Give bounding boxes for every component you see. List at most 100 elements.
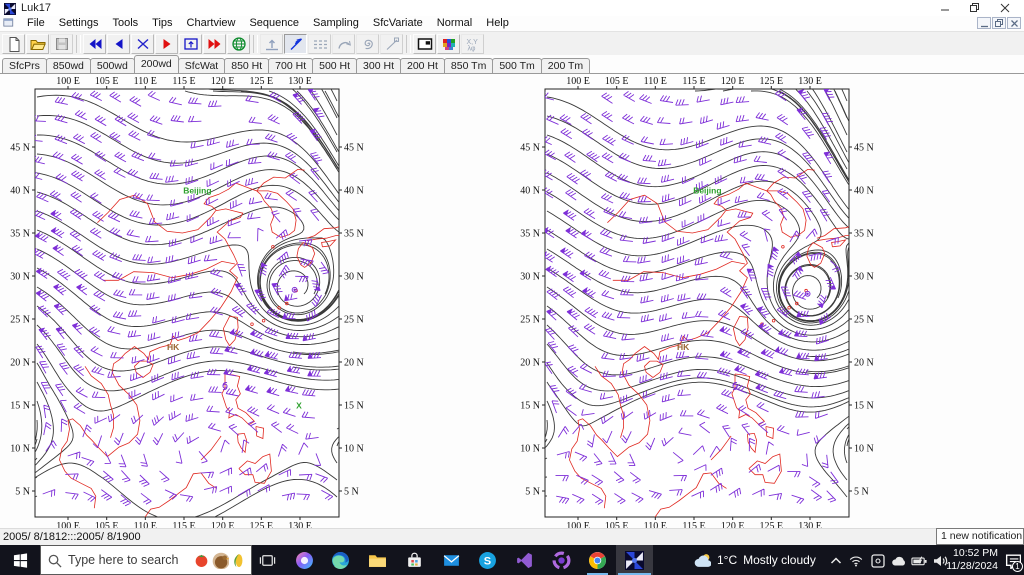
tray-wifi[interactable] xyxy=(847,551,865,569)
menu-normal[interactable]: Normal xyxy=(430,16,479,31)
taskbar-clock[interactable]: 10:52 PM 11/28/2024 xyxy=(936,545,998,575)
lat-tick-label: 10 N xyxy=(854,444,874,455)
tray-onedrive[interactable] xyxy=(889,551,907,569)
tab-700-ht[interactable]: 700 Ht xyxy=(268,58,314,73)
menu-file[interactable]: File xyxy=(20,16,52,31)
lat-tick-label: 25 N xyxy=(10,315,30,326)
taskbar-app-edge[interactable] xyxy=(322,545,359,575)
weather-condition: Mostly cloudy xyxy=(743,553,816,567)
cancel-x-button[interactable] xyxy=(131,33,154,54)
save-file-button xyxy=(50,33,73,54)
tray-device[interactable] xyxy=(868,551,886,569)
x-marker: X xyxy=(296,400,302,410)
close-button[interactable] xyxy=(990,0,1020,16)
go-previous-button[interactable] xyxy=(107,33,130,54)
taskbar-app-vs-installer[interactable] xyxy=(543,545,580,575)
tab-850-tm[interactable]: 850 Tm xyxy=(443,58,494,73)
restore-button[interactable] xyxy=(960,0,990,16)
taskbar-app-visual-studio[interactable] xyxy=(506,545,543,575)
toolbar-separator xyxy=(406,34,411,53)
ascent-profile-icon xyxy=(265,39,278,50)
menu-help[interactable]: Help xyxy=(479,16,516,31)
search-box[interactable]: Type here to search xyxy=(40,545,252,575)
dual-panel-button[interactable] xyxy=(413,33,436,54)
tab-500wd[interactable]: 500wd xyxy=(89,58,135,73)
tray-chevron-up[interactable] xyxy=(826,551,844,569)
tab-sfcprs[interactable]: SfcPrs xyxy=(2,58,47,73)
go-next-button[interactable] xyxy=(155,33,178,54)
chart-right[interactable]: 100 E100 E105 E105 E110 E110 E115 E115 E… xyxy=(518,76,880,532)
taskbar-app-file-explorer[interactable] xyxy=(359,545,396,575)
lat-tick-label: 5 N xyxy=(15,487,30,498)
minimize-button[interactable] xyxy=(930,0,960,16)
tab-850-ht[interactable]: 850 Ht xyxy=(224,58,270,73)
tray-battery[interactable] xyxy=(910,551,928,569)
lat-tick-label: 45 N xyxy=(344,143,364,154)
lat-tick-label: 10 N xyxy=(520,444,540,455)
action-center-button[interactable]: 1 xyxy=(1000,545,1024,575)
fit-frame-button[interactable] xyxy=(179,33,202,54)
menu-chartview[interactable]: Chartview xyxy=(180,16,243,31)
lat-tick-label: 40 N xyxy=(10,186,30,197)
lat-tick-label: 35 N xyxy=(854,229,874,240)
lat-tick-label: 15 N xyxy=(10,401,30,412)
chart-left[interactable]: 100 E100 E105 E105 E110 E110 E115 E115 E… xyxy=(8,76,370,532)
search-doodle xyxy=(193,551,247,569)
store-icon xyxy=(407,552,421,567)
tab-200-tm[interactable]: 200 Tm xyxy=(540,58,591,73)
color-grid-button[interactable] xyxy=(437,33,460,54)
start-button[interactable] xyxy=(0,545,40,575)
new-document-icon xyxy=(9,36,19,52)
search-icon xyxy=(47,553,62,568)
menu-sequence[interactable]: Sequence xyxy=(242,16,306,31)
lon-tick-label: 105 E xyxy=(95,77,119,87)
notification-popup[interactable]: 1 new notification xyxy=(936,528,1024,545)
taskbar-app-task-view[interactable] xyxy=(249,545,286,575)
menu-settings[interactable]: Settings xyxy=(52,16,106,31)
tab-200wd[interactable]: 200wd xyxy=(133,55,179,73)
wind-barb-button[interactable] xyxy=(284,33,307,54)
taskbar-app-store[interactable] xyxy=(396,545,433,575)
child-close-button[interactable] xyxy=(1007,17,1021,29)
go-first-button[interactable] xyxy=(83,33,106,54)
lat-tick-label: 20 N xyxy=(344,358,364,369)
lon-tick-label: 130 E xyxy=(288,77,312,87)
open-file-button[interactable] xyxy=(26,33,49,54)
toolbar: X,Y λφ xyxy=(0,31,1024,55)
menu-sfcvariate[interactable]: SfcVariate xyxy=(366,16,430,31)
lat-tick-label: 15 N xyxy=(344,401,364,412)
char-codes-button: X,Y λφ xyxy=(461,33,484,54)
globe-button[interactable] xyxy=(227,33,250,54)
taskbar-app-chrome[interactable] xyxy=(579,545,616,575)
tab-850wd[interactable]: 850wd xyxy=(45,58,91,73)
svg-text:λφ: λφ xyxy=(467,45,475,52)
lat-tick-label: 10 N xyxy=(344,444,364,455)
tab-500-ht[interactable]: 500 Ht xyxy=(312,58,358,73)
node-line-button xyxy=(380,33,403,54)
go-last-icon xyxy=(208,38,220,49)
menu-sampling[interactable]: Sampling xyxy=(306,16,366,31)
taskbar-app-luk17[interactable] xyxy=(616,545,653,575)
lat-tick-label: 45 N xyxy=(520,143,540,154)
menu-tips[interactable]: Tips xyxy=(145,16,179,31)
tab-200-ht[interactable]: 200 Ht xyxy=(399,58,445,73)
tab-sfcwat[interactable]: SfcWat xyxy=(177,58,226,73)
tab-300-ht[interactable]: 300 Ht xyxy=(356,58,401,73)
taskbar-app-copilot[interactable] xyxy=(286,545,323,575)
menu-tools[interactable]: Tools xyxy=(105,16,145,31)
chrome-icon xyxy=(589,551,607,569)
lat-tick-label: 5 N xyxy=(854,487,869,498)
child-minimize-button[interactable] xyxy=(977,17,991,29)
child-restore-button[interactable] xyxy=(992,17,1006,29)
weather-widget[interactable]: 1°C Mostly cloudy xyxy=(693,545,816,575)
lat-tick-label: 15 N xyxy=(854,401,874,412)
new-document-button[interactable] xyxy=(2,33,25,54)
go-last-button[interactable] xyxy=(203,33,226,54)
mdi-document-icon[interactable] xyxy=(3,18,16,29)
tab-500-tm[interactable]: 500 Tm xyxy=(492,58,542,73)
taskbar-app-mail[interactable] xyxy=(433,545,470,575)
copilot-icon xyxy=(295,551,313,569)
taskbar-app-skype[interactable]: S xyxy=(469,545,506,575)
open-file-icon xyxy=(30,39,46,50)
lat-tick-label: 30 N xyxy=(344,272,364,283)
